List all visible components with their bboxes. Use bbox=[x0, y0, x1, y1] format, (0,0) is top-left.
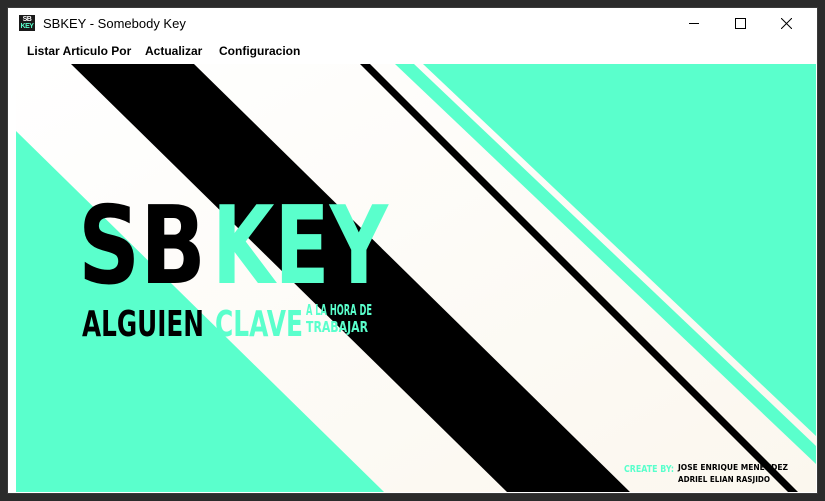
tagline-small-line-2: TRABAJAR bbox=[306, 318, 368, 336]
logo-key: KEY bbox=[212, 184, 389, 309]
credits-label: CREATE BY: bbox=[624, 464, 674, 475]
tagline-clave: CLAVE bbox=[215, 304, 303, 345]
app-icon-line-2: KEY bbox=[20, 23, 34, 30]
tagline-small-line-1: A LA HORA DE bbox=[306, 301, 372, 319]
close-icon bbox=[780, 17, 792, 29]
splash-artwork: SB KEY ALGUIEN CLAVE A LA HORA DE TRABAJ… bbox=[16, 64, 816, 492]
logo-sb: SB bbox=[78, 184, 206, 309]
credits-name-1: JOSE ENRIQUE MENENDEZ bbox=[677, 463, 788, 472]
close-button[interactable] bbox=[763, 8, 809, 38]
sbkey-app-icon[interactable]: SB KEY bbox=[19, 15, 35, 31]
menu-bar: Listar Articulo Por Actualizar Configura… bbox=[8, 38, 817, 64]
menu-listar-articulo-por[interactable]: Listar Articulo Por bbox=[27, 44, 131, 58]
app-window: SB KEY SBKEY - Somebody Key Listar Artic… bbox=[8, 8, 817, 493]
app-icon-line-1: SB bbox=[22, 16, 32, 23]
menu-actualizar[interactable]: Actualizar bbox=[145, 44, 202, 58]
tagline-alguien: ALGUIEN bbox=[82, 304, 204, 345]
credits-name-2: ADRIEL ELIAN RASJIDO bbox=[678, 475, 770, 484]
maximize-icon bbox=[734, 17, 746, 29]
minimize-button[interactable] bbox=[671, 8, 717, 38]
window-title: SBKEY - Somebody Key bbox=[43, 16, 186, 31]
menu-configuracion[interactable]: Configuracion bbox=[219, 44, 300, 58]
minimize-icon bbox=[688, 22, 699, 24]
title-bar[interactable]: SB KEY SBKEY - Somebody Key bbox=[8, 8, 817, 38]
maximize-button[interactable] bbox=[717, 8, 763, 38]
splash-panel: SB KEY ALGUIEN CLAVE A LA HORA DE TRABAJ… bbox=[16, 64, 816, 492]
